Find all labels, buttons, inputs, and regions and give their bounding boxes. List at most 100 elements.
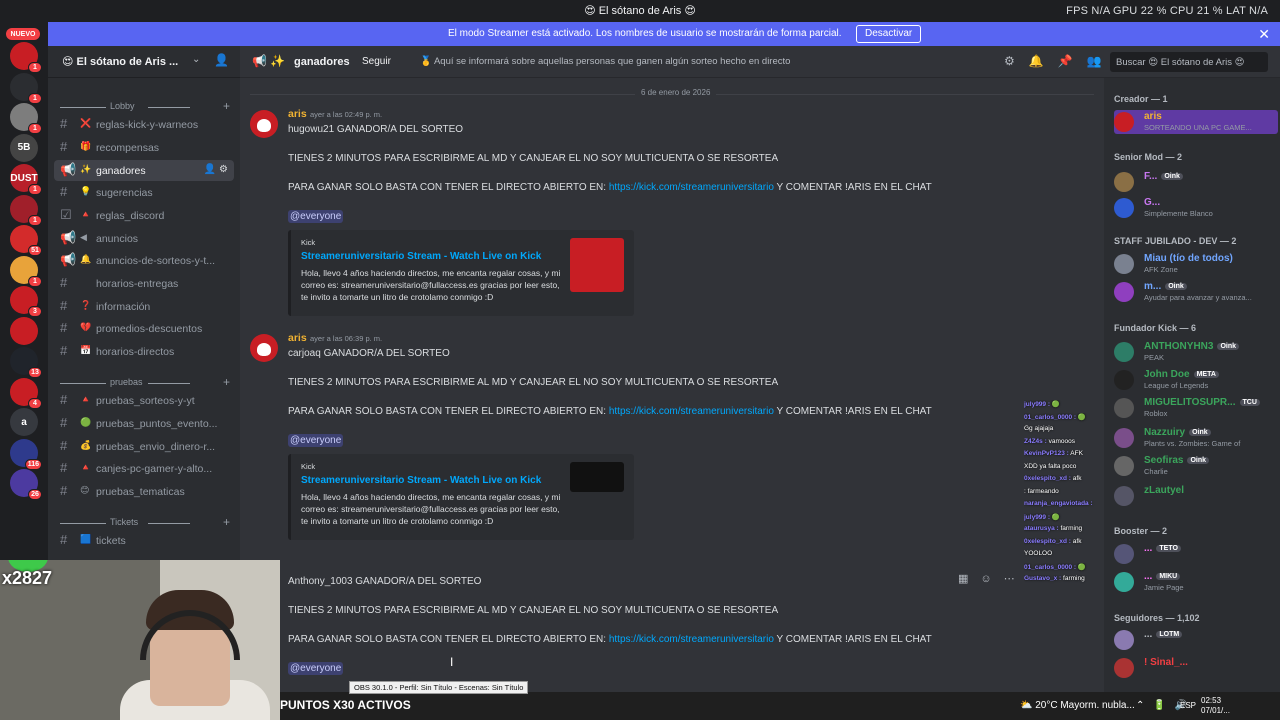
channel-label: pruebas_puntos_evento... bbox=[96, 418, 218, 430]
embed-thumbnail[interactable] bbox=[570, 462, 624, 492]
member-name: F... bbox=[1144, 171, 1158, 182]
member-item[interactable]: aris SORTEANDO UNA PC GAME... bbox=[1114, 110, 1278, 134]
invite-icon[interactable]: 👤 bbox=[214, 53, 229, 67]
member-status: Roblox bbox=[1144, 409, 1168, 418]
everyone-mention[interactable]: @everyone bbox=[288, 210, 344, 223]
member-item[interactable]: ANTHONYHN3 Oink PEAK bbox=[1114, 340, 1278, 364]
message-line: PARA GANAR SOLO BASTA CON TENER EL DIREC… bbox=[288, 182, 932, 193]
weather-widget[interactable]: ⛅ 20°C Mayorm. nubla... bbox=[1020, 700, 1135, 711]
channel-item[interactable]: 📢 ✨ ganadores 👤 ⚙ bbox=[54, 160, 234, 181]
member-item[interactable]: m... Oink Ayudar para avanzar y avanza... bbox=[1114, 280, 1278, 304]
member-name: m... bbox=[1144, 281, 1162, 292]
search-input[interactable]: Buscar 😍 El sótano de Aris 😍 bbox=[1110, 52, 1268, 72]
channel-item[interactable]: # 🔺 canjes-pc-gamer-y-alto... bbox=[54, 458, 234, 479]
server-icon-label: 5B bbox=[17, 142, 31, 153]
avatar bbox=[1114, 282, 1134, 302]
everyone-mention[interactable]: @everyone bbox=[288, 662, 344, 675]
chat-user: 0xelespito_xd : bbox=[1024, 475, 1071, 482]
link-embed: Kick Streameruniversitario Stream - Watc… bbox=[288, 454, 634, 540]
server-icon[interactable]: 116 bbox=[10, 438, 42, 470]
channel-item[interactable]: # 🟦 tickets bbox=[54, 530, 234, 551]
member-item[interactable]: Miau (tío de todos) AFK Zone bbox=[1114, 252, 1278, 276]
channel-item[interactable]: # ❌ reglas-kick-y-warneos bbox=[54, 114, 234, 135]
chat-user: Z4Z4s : bbox=[1024, 437, 1047, 445]
channel-item[interactable]: # 🟢 pruebas_puntos_evento... bbox=[54, 413, 234, 434]
channel-label: horarios-directos bbox=[96, 346, 175, 358]
member-item[interactable]: ... LOTM bbox=[1114, 628, 1278, 652]
server-icon[interactable]: 13 bbox=[10, 347, 42, 378]
add-channel-icon[interactable]: + bbox=[223, 375, 230, 389]
server-icon[interactable]: 5B bbox=[10, 133, 38, 162]
server-icon[interactable]: a bbox=[10, 408, 38, 436]
channel-type-icon: # bbox=[60, 392, 68, 407]
everyone-mention[interactable]: @everyone bbox=[288, 434, 344, 447]
follow-button[interactable]: Seguir bbox=[356, 52, 397, 71]
channel-item[interactable]: 📢 ◀ anuncios bbox=[54, 228, 234, 249]
channel-item[interactable]: # 💡 sugerencias bbox=[54, 182, 234, 203]
channel-item[interactable]: # 🎁 recompensas bbox=[54, 137, 234, 158]
channel-item[interactable]: # 😊 pruebas_tematicas bbox=[54, 481, 234, 502]
server-icon[interactable] bbox=[10, 316, 38, 345]
deactivate-streamer-button[interactable]: Desactivar bbox=[856, 25, 922, 43]
server-icon[interactable]: 1 bbox=[10, 194, 42, 226]
message-author[interactable]: aris bbox=[288, 108, 307, 120]
member-tag: MIKU bbox=[1156, 573, 1181, 580]
server-icon[interactable]: 26 bbox=[10, 469, 42, 500]
member-item[interactable]: ! Sinal_... bbox=[1114, 656, 1278, 680]
add-channel-icon[interactable]: + bbox=[223, 515, 230, 529]
kick-link[interactable]: https://kick.com/streameruniversitario bbox=[609, 634, 774, 645]
server-icon[interactable]: 1 bbox=[10, 72, 42, 104]
embed-thumbnail[interactable] bbox=[570, 238, 624, 292]
server-icon[interactable]: 51 bbox=[10, 225, 42, 256]
member-status: Simplemente Blanco bbox=[1144, 209, 1213, 218]
channel-item[interactable]: # ❓ información bbox=[54, 296, 234, 317]
embed-provider[interactable]: Kick bbox=[301, 462, 315, 471]
member-tag: Oink bbox=[1217, 343, 1240, 350]
channel-label: sugerencias bbox=[96, 187, 153, 199]
channel-item[interactable]: # horarios-entregas bbox=[54, 273, 234, 294]
kick-link[interactable]: https://kick.com/streameruniversitario bbox=[609, 406, 774, 417]
channel-item[interactable]: # 🔺 pruebas_sorteos-y-yt bbox=[54, 390, 234, 411]
server-icon[interactable]: 1 bbox=[10, 103, 42, 134]
header-icons[interactable]: ⚙🔔📌👥 bbox=[1004, 54, 1116, 68]
avatar[interactable] bbox=[250, 110, 278, 138]
member-item[interactable]: G... Simplemente Blanco bbox=[1114, 196, 1278, 220]
server-icon[interactable]: 3 bbox=[10, 286, 42, 317]
embed-title[interactable]: Streameruniversitario Stream - Watch Liv… bbox=[301, 475, 541, 486]
close-icon[interactable]: ✕ bbox=[1258, 26, 1270, 43]
channel-category[interactable]: Lobby + bbox=[48, 99, 240, 114]
chat-line: YOOLOO bbox=[1024, 550, 1144, 563]
embed-provider[interactable]: Kick bbox=[301, 238, 315, 247]
avatar[interactable] bbox=[250, 334, 278, 362]
server-icon[interactable]: 1 bbox=[10, 255, 42, 287]
channel-label: tickets bbox=[96, 535, 126, 547]
channel-category[interactable]: Tickets + bbox=[48, 515, 240, 530]
channel-item[interactable]: 📢 🔔 anuncios-de-sorteos-y-t... bbox=[54, 250, 234, 271]
channel-item[interactable]: # 💔 promedios-descuentos bbox=[54, 318, 234, 339]
member-item[interactable]: F... Oink bbox=[1114, 170, 1278, 194]
chat-text: farming bbox=[1063, 575, 1085, 582]
channel-type-icon: # bbox=[60, 298, 68, 313]
unread-badge: 1 bbox=[28, 184, 42, 195]
kick-link[interactable]: https://kick.com/streameruniversitario bbox=[609, 182, 774, 193]
member-name-row: Nazzuiry Oink bbox=[1144, 427, 1211, 438]
channel-item[interactable]: # 💰 pruebas_envio_dinero-r... bbox=[54, 436, 234, 457]
member-item[interactable]: John Doe META League of Legends bbox=[1114, 368, 1278, 392]
channel-settings-icon[interactable]: 👤 ⚙ bbox=[204, 164, 228, 175]
server-icon[interactable]: 1 bbox=[10, 42, 42, 73]
channel-category[interactable]: pruebas + bbox=[48, 375, 240, 390]
channel-type-icon: # bbox=[60, 320, 68, 335]
embed-title[interactable]: Streameruniversitario Stream - Watch Liv… bbox=[301, 251, 541, 262]
add-channel-icon[interactable]: + bbox=[223, 99, 230, 113]
channel-item[interactable]: ☑ 🔺 reglas_discord bbox=[54, 205, 234, 226]
language-indicator[interactable]: ESP bbox=[1180, 701, 1196, 710]
server-header[interactable]: 😍 El sótano de Aris ... ⌄ 👤 bbox=[48, 46, 240, 78]
chevron-down-icon[interactable]: ⌄ bbox=[192, 54, 200, 65]
message-author[interactable]: aris bbox=[288, 332, 307, 344]
server-icon[interactable]: DUST 1 bbox=[10, 164, 42, 195]
message-hover-toolbar[interactable]: ▦☺⋯ bbox=[958, 572, 1027, 585]
channel-item[interactable]: # 📅 horarios-directos bbox=[54, 341, 234, 362]
taskbar-clock[interactable]: 02:53 07/01/... bbox=[1201, 696, 1230, 716]
server-icon[interactable]: 4 bbox=[10, 377, 42, 409]
chat-user: ataurusya : bbox=[1024, 525, 1059, 532]
